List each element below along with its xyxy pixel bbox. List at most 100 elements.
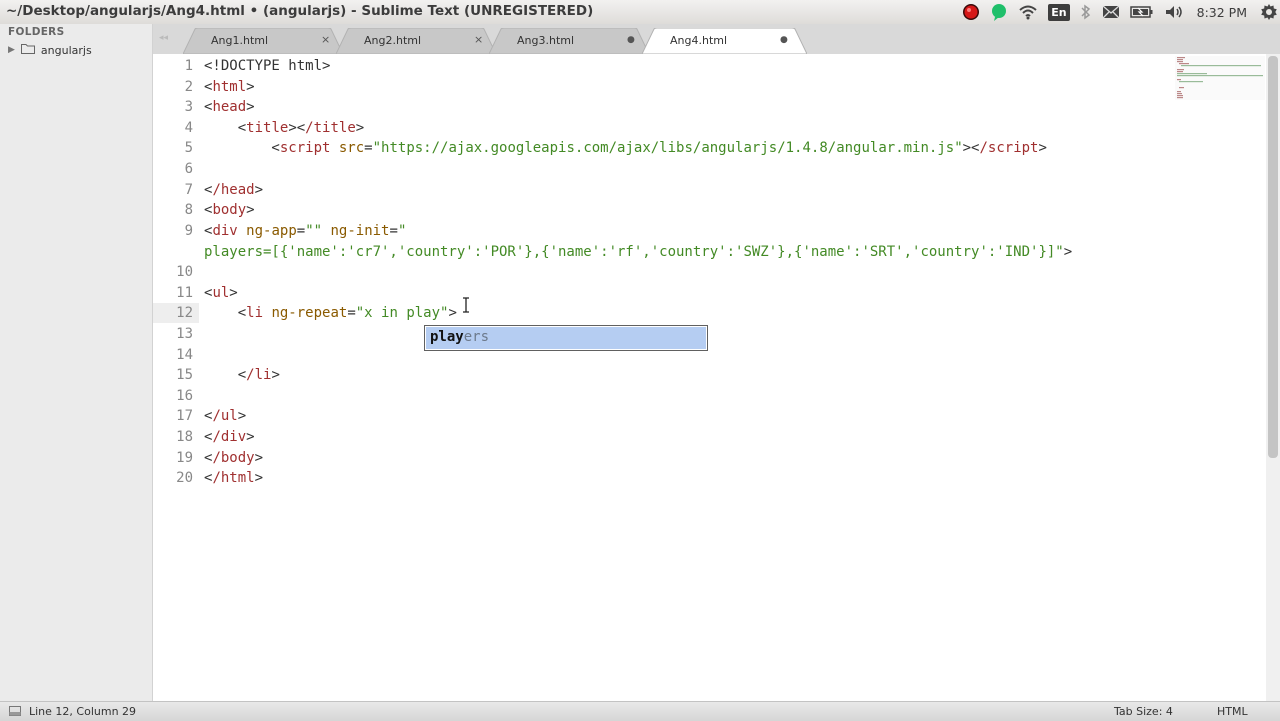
- line-number: 13: [176, 326, 193, 342]
- tag-name: div: [212, 223, 238, 239]
- line-number: 11: [176, 285, 193, 301]
- tab-label: Ang4.html: [670, 34, 728, 47]
- attribute-value: "": [305, 223, 323, 239]
- keyboard-icon[interactable]: En: [1048, 0, 1070, 24]
- line-number: 10: [176, 264, 193, 280]
- code-line-9: <div ng-app="" ng-init=": [204, 223, 407, 239]
- tag-name: /ul: [212, 408, 238, 424]
- line-number: 7: [184, 182, 193, 198]
- tab-label: Ang3.html: [517, 34, 575, 47]
- line-number: 12: [176, 305, 193, 321]
- line-number: 16: [176, 388, 193, 404]
- tag-name: title: [246, 120, 289, 136]
- line-number: 8: [184, 202, 193, 218]
- code-line-4: <title></title>: [204, 120, 365, 136]
- tab-ang2[interactable]: Ang2.html ×: [336, 28, 496, 54]
- mail-icon[interactable]: [1102, 0, 1120, 24]
- battery-icon[interactable]: [1129, 0, 1154, 24]
- line-number-gutter: 1 2 3 4 5 6 7 8 9 10 11 12 13 14 15 16 1…: [153, 54, 193, 701]
- keyboard-layout-label: En: [1048, 3, 1070, 21]
- attribute-name: src: [338, 140, 365, 156]
- code-line-18: </div>: [204, 429, 255, 445]
- system-tray: En 8:32 PM: [957, 0, 1280, 24]
- code-line-5: <script src="https://ajax.googleapis.com…: [204, 140, 1047, 156]
- tag-name: html: [212, 79, 247, 95]
- attribute-value: players=[{'name':'cr7','country':'POR'},…: [204, 244, 1064, 260]
- code-line-1: <!DOCTYPE html>: [204, 56, 330, 76]
- tag-name: body: [212, 202, 247, 218]
- folders-header: FOLDERS: [8, 26, 65, 38]
- panel-toggle-icon[interactable]: [9, 706, 21, 716]
- code-line-17: </ul>: [204, 408, 247, 424]
- tag-name: head: [212, 99, 247, 115]
- tab-ang4[interactable]: Ang4.html ●: [642, 28, 807, 54]
- title-bar: ~/Desktop/angularjs/Ang4.html • (angular…: [0, 0, 1280, 25]
- tag-name: /html: [212, 470, 255, 486]
- line-number: 14: [176, 347, 193, 363]
- code-line-7: </head>: [204, 182, 264, 198]
- tag-name: /head: [212, 182, 255, 198]
- code-editor[interactable]: 1 2 3 4 5 6 7 8 9 10 11 12 13 14 15 16 1…: [153, 54, 1265, 701]
- code-line-3: <head>: [204, 99, 255, 115]
- tag-name: /li: [246, 367, 272, 383]
- minimap[interactable]: [1175, 56, 1265, 100]
- autocomplete-item[interactable]: players: [426, 327, 706, 349]
- line-number: 2: [184, 79, 193, 95]
- chat-icon[interactable]: [990, 0, 1008, 24]
- cursor-position: Line 12, Column 29: [29, 705, 137, 718]
- sidebar-folder-angularjs[interactable]: ▶ angularjs: [8, 42, 92, 58]
- tab-label: Ang1.html: [211, 34, 269, 47]
- line-number: 5: [184, 140, 193, 156]
- volume-icon[interactable]: [1164, 0, 1184, 24]
- line-number: 15: [176, 367, 193, 383]
- code-line-8: <body>: [204, 202, 255, 218]
- tab-ang1[interactable]: Ang1.html ×: [183, 28, 343, 54]
- unsaved-dot-icon[interactable]: ●: [627, 35, 635, 45]
- line-number: 20: [176, 470, 193, 486]
- close-icon[interactable]: ×: [321, 33, 330, 46]
- code-line-11: <ul>: [204, 285, 238, 301]
- clock[interactable]: 8:32 PM: [1197, 0, 1247, 24]
- bluetooth-icon[interactable]: [1080, 0, 1092, 24]
- line-number: 9: [184, 223, 193, 239]
- window-title: ~/Desktop/angularjs/Ang4.html • (angular…: [6, 3, 594, 19]
- tag-name: /script: [979, 140, 1039, 156]
- line-number: 6: [184, 161, 193, 177]
- tab-bar: ◂◂ Ang1.html × Ang2.html × Ang3.html ● A…: [153, 24, 1280, 54]
- line-number: 1: [184, 58, 193, 74]
- vertical-scrollbar[interactable]: [1266, 54, 1280, 701]
- sidebar: FOLDERS ▶ angularjs: [0, 24, 153, 701]
- code-line-20: </html>: [204, 470, 264, 486]
- code-line-12: <li ng-repeat="x in play">: [204, 305, 457, 321]
- code-line-9-wrapped: players=[{'name':'cr7','country':'POR'},…: [204, 244, 1073, 260]
- line-number: 19: [176, 450, 193, 466]
- attribute-value: "x in play": [355, 305, 449, 321]
- record-indicator-icon[interactable]: [962, 0, 980, 24]
- wifi-icon[interactable]: [1018, 0, 1038, 24]
- expand-arrow-icon[interactable]: ▶: [8, 45, 15, 55]
- folder-icon: [20, 43, 35, 57]
- tag-name: li: [246, 305, 264, 321]
- syntax-selector[interactable]: HTML: [1217, 705, 1248, 718]
- tag-name: /body: [212, 450, 255, 466]
- close-icon[interactable]: ×: [474, 33, 483, 46]
- status-bar: Line 12, Column 29 Tab Size: 4 HTML: [0, 701, 1280, 721]
- attribute-name: ng-app: [246, 223, 297, 239]
- unsaved-dot-icon[interactable]: ●: [780, 35, 788, 45]
- tab-ang3[interactable]: Ang3.html ●: [489, 28, 649, 54]
- tab-size-selector[interactable]: Tab Size: 4: [1114, 705, 1173, 718]
- text-cursor-icon: [463, 297, 469, 313]
- line-number: 18: [176, 429, 193, 445]
- tag-name: /title: [305, 120, 356, 136]
- doctype: <!DOCTYPE html>: [204, 58, 331, 74]
- autocomplete-completion: ers: [463, 329, 490, 345]
- autocomplete-match: play: [430, 329, 464, 345]
- line-number: 3: [184, 99, 193, 115]
- settings-gear-icon[interactable]: [1260, 0, 1278, 24]
- scrollbar-thumb[interactable]: [1268, 56, 1278, 458]
- tag-name: /div: [212, 429, 247, 445]
- folder-name: angularjs: [40, 43, 92, 57]
- attribute-value: "https://ajax.googleapis.com/ajax/libs/a…: [372, 140, 963, 156]
- tag-name: script: [279, 140, 331, 156]
- tab-scroll-left-icon[interactable]: ◂◂: [159, 33, 168, 43]
